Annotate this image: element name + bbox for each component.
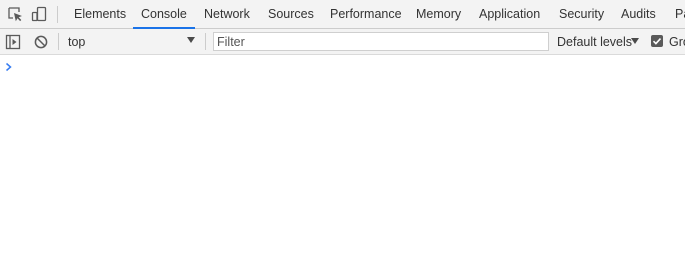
- show-console-sidebar-icon[interactable]: [3, 32, 23, 52]
- group-similar-label: Gro: [669, 35, 685, 49]
- tab-network[interactable]: Network: [204, 0, 250, 28]
- chevron-right-icon: [5, 62, 13, 72]
- device-toolbar-icon[interactable]: [29, 4, 49, 24]
- devtools-window: Elements Console Network Sources Perform…: [0, 0, 685, 277]
- chevron-down-icon[interactable]: [631, 38, 639, 44]
- tab-audits[interactable]: Audits: [621, 0, 656, 28]
- clear-console-icon[interactable]: [31, 32, 51, 52]
- log-levels-select[interactable]: Default levels: [557, 29, 632, 54]
- console-prompt[interactable]: [0, 59, 685, 75]
- group-similar-checkbox[interactable]: [651, 35, 663, 47]
- toolbar-separator: [58, 33, 59, 50]
- tab-application[interactable]: Application: [479, 0, 540, 28]
- console-input[interactable]: [22, 60, 672, 74]
- tab-security[interactable]: Security: [559, 0, 604, 28]
- console-toolbar: top Default levels Gro: [0, 29, 685, 55]
- console-filter-input[interactable]: [213, 32, 549, 51]
- toolbar-separator: [205, 33, 206, 50]
- console-messages-area[interactable]: [0, 55, 685, 277]
- tab-overflow[interactable]: Pa: [675, 0, 685, 28]
- devtools-tabbar: Elements Console Network Sources Perform…: [0, 0, 685, 29]
- tab-console[interactable]: Console: [133, 0, 195, 29]
- chevron-down-icon[interactable]: [187, 37, 195, 43]
- tab-elements[interactable]: Elements: [74, 0, 126, 28]
- execution-context-select[interactable]: top: [68, 29, 85, 54]
- tabbar-separator: [57, 6, 58, 23]
- tab-sources[interactable]: Sources: [268, 0, 314, 28]
- inspect-element-icon[interactable]: [5, 4, 25, 24]
- tab-memory[interactable]: Memory: [416, 0, 461, 28]
- tab-performance[interactable]: Performance: [330, 0, 402, 28]
